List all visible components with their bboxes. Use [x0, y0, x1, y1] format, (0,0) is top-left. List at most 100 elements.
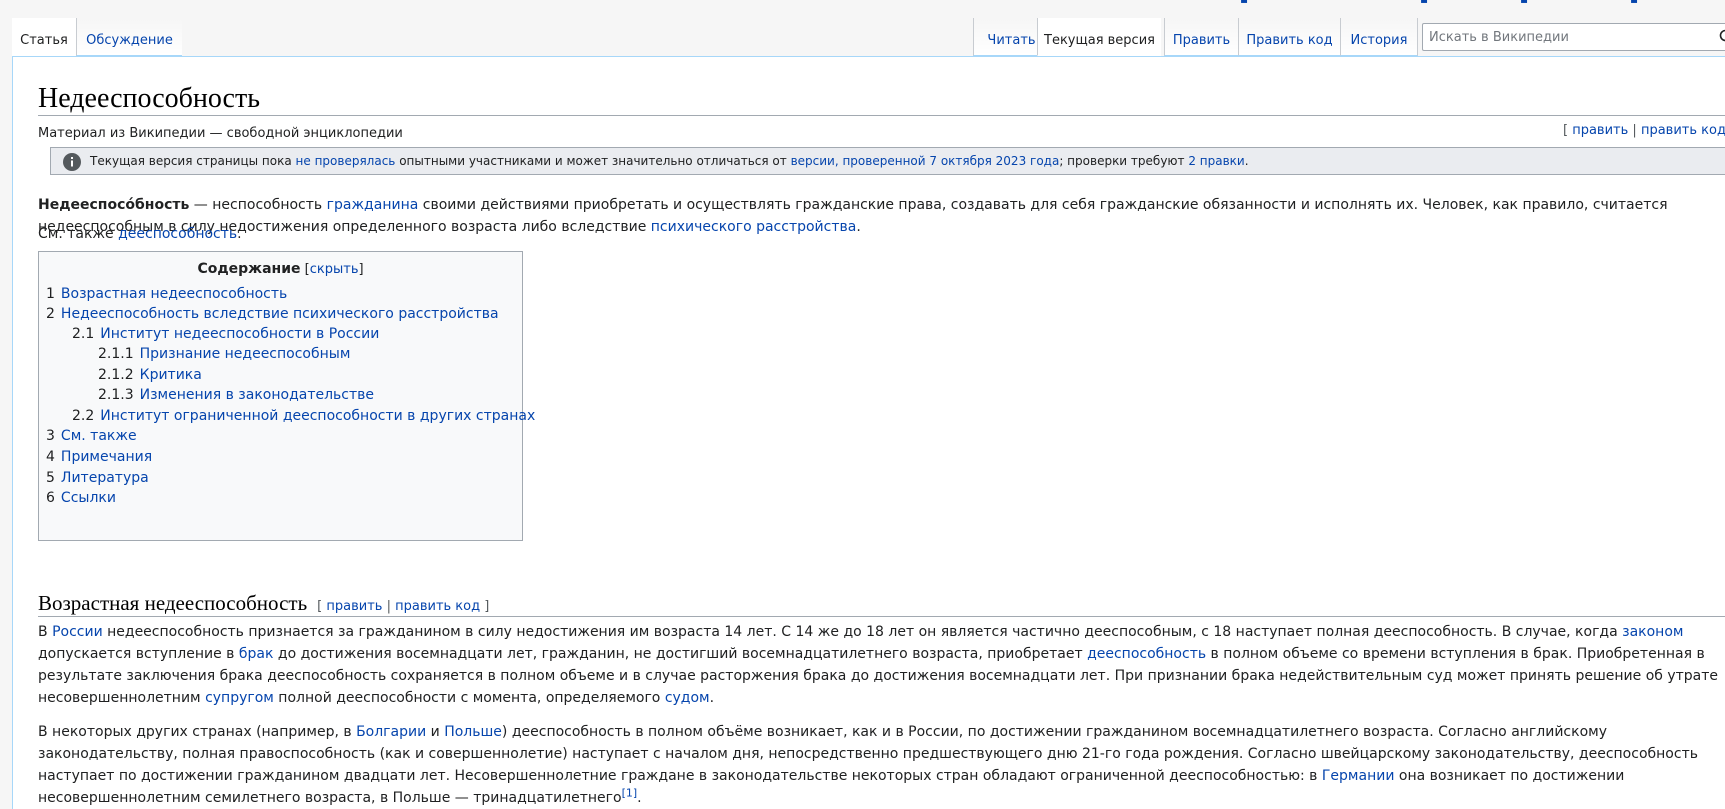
russia-link[interactable]: России: [52, 624, 103, 640]
not-reviewed-link[interactable]: не проверялась: [296, 154, 396, 168]
notice-text-part: .: [1244, 154, 1249, 168]
pending-edits-link[interactable]: 2 правки: [1188, 154, 1244, 168]
toc-item[interactable]: 2 Недееспособность вследствие психическог…: [46, 304, 499, 324]
search-box: [1422, 23, 1725, 51]
section-paragraph: В некоторых других странах (например, в …: [38, 721, 1725, 809]
toc-item-link[interactable]: Недееспособность вследствие психического…: [61, 306, 499, 322]
toc-item-link[interactable]: Институт недееспособности в России: [100, 326, 379, 342]
bracket-close: ]: [484, 599, 490, 614]
section-edit-links: [ править | править код ]: [317, 599, 489, 614]
toc-item[interactable]: 2.1.1 Признание недееспособным: [98, 344, 350, 364]
capacity-link[interactable]: дееспособность: [1087, 646, 1206, 662]
edit-code-link[interactable]: править код: [1641, 123, 1725, 138]
tab-article[interactable]: Статья: [12, 18, 76, 56]
bracket-open: [: [300, 262, 310, 277]
toc-item-number: 2.1: [72, 326, 95, 342]
toc-item-number: 2.1.1: [98, 346, 134, 362]
tab-edit[interactable]: Править: [1164, 18, 1238, 56]
court-link[interactable]: судом: [665, 690, 710, 706]
citizen-link[interactable]: гражданина: [327, 197, 419, 213]
toc-item-number: 6: [46, 490, 55, 506]
see-also-line: См. также дееспособность.: [38, 223, 1725, 245]
toc-item-number: 3: [46, 428, 55, 444]
toc-item-link[interactable]: См. также: [61, 428, 137, 444]
text-run: — неспособность: [189, 197, 327, 213]
personal-toolbar-fragment: ▪: [1240, 0, 1248, 6]
toc-item-number: 2.2: [72, 408, 95, 424]
tab-current-version-label: Текущая версия: [1044, 33, 1155, 48]
toc-item[interactable]: 2.1 Институт недееспособности в России: [72, 324, 379, 344]
marriage-link[interactable]: брак: [239, 646, 274, 662]
toc-toggle-wrap: [скрыть]: [301, 262, 364, 277]
personal-toolbar-fragment: ▪: [1420, 0, 1428, 6]
section-edit-link[interactable]: править: [326, 599, 382, 614]
toc-item-number: 2.1.2: [98, 367, 134, 383]
tab-discussion-label: Обсуждение: [86, 33, 173, 48]
toc-item[interactable]: 1 Возрастная недееспособность: [46, 284, 287, 304]
capacity-link[interactable]: дееспособность: [118, 226, 237, 242]
bulgaria-link[interactable]: Болгарии: [356, 724, 426, 740]
section-edit-code-link[interactable]: править код: [395, 599, 480, 614]
search-icon[interactable]: [1719, 29, 1725, 45]
edit-link[interactable]: править: [1572, 123, 1628, 138]
law-link[interactable]: законом: [1622, 624, 1683, 640]
toc-item[interactable]: 2.1.2 Критика: [98, 365, 202, 385]
text-run: .: [637, 790, 642, 806]
toc-item[interactable]: 3 См. также: [46, 426, 137, 446]
toc-toggle-link[interactable]: скрыть: [310, 262, 359, 277]
toc-item-link[interactable]: Признание недееспособным: [140, 346, 351, 362]
text-run: до достижения восемнадцати лет, граждани…: [273, 646, 1088, 662]
bracket-close: ]: [358, 262, 364, 277]
germany-link[interactable]: Германии: [1322, 768, 1395, 784]
toc-item[interactable]: 6 Ссылки: [46, 488, 116, 508]
personal-toolbar-fragment: ▪: [1630, 0, 1638, 6]
toc-item-link[interactable]: Ссылки: [61, 490, 116, 506]
tab-read-label: Читать: [987, 33, 1036, 48]
section-heading-text: Возрастная недееспособность: [38, 591, 308, 615]
text-run: допускается вступление в: [38, 646, 239, 662]
tab-edit-code-label: Править код: [1246, 33, 1333, 48]
unreviewed-version-notice: Текущая версия страницы пока не проверял…: [50, 147, 1725, 175]
page-title: Недееспособность: [38, 83, 260, 114]
tab-history-label: История: [1350, 33, 1408, 48]
intro-bold-term: Недееспосо́бность: [38, 197, 190, 213]
toc-item[interactable]: 5 Литература: [46, 468, 149, 488]
notice-text-part: Текущая версия страницы пока: [90, 154, 296, 168]
poland-link[interactable]: Польше: [444, 724, 502, 740]
section-heading-age-incapacity: Возрастная недееспособность [ править | п…: [38, 591, 489, 616]
toc-item-link[interactable]: Примечания: [61, 449, 152, 465]
search-input[interactable]: [1423, 24, 1709, 50]
tab-discussion[interactable]: Обсуждение: [76, 18, 182, 56]
info-icon: [63, 153, 81, 171]
bracket-open: [: [1563, 123, 1569, 138]
site-subtitle: Материал из Википедии — свободной энцикл…: [38, 126, 403, 141]
toc-item-link[interactable]: Возрастная недееспособность: [61, 286, 287, 302]
tab-current-version[interactable]: Текущая версия: [1037, 18, 1161, 56]
reference-link[interactable]: [1]: [622, 786, 638, 799]
text-run: См. также: [38, 226, 119, 242]
section-divider: [38, 616, 1725, 617]
toc-item-link[interactable]: Литература: [61, 470, 149, 486]
tab-edit-code[interactable]: Править код: [1238, 18, 1340, 56]
section-paragraph: В России недееспособность признается за …: [38, 621, 1725, 709]
spouse-link[interactable]: супругом: [205, 690, 274, 706]
toc-item-number: 2.1.3: [98, 387, 134, 403]
toc-item-link[interactable]: Институт ограниченной дееспособности в д…: [100, 408, 535, 424]
table-of-contents: Содержание [скрыть] 1 Возрастная недееспо…: [38, 251, 535, 541]
toc-item[interactable]: 4 Примечания: [46, 447, 152, 467]
notice-text-part: опытными участниками и может значительно…: [395, 154, 791, 168]
toc-item[interactable]: 2.1.3 Изменения в законодательстве: [98, 385, 374, 405]
text-run: .: [237, 226, 242, 242]
toc-item-number: 4: [46, 449, 55, 465]
toc-item-link[interactable]: Изменения в законодательстве: [140, 387, 374, 403]
toc-item-number: 2: [46, 306, 55, 322]
tab-edit-label: Править: [1172, 33, 1231, 48]
text-run: В: [38, 624, 53, 640]
reviewed-version-link[interactable]: версии, проверенной 7 октября 2023 года: [791, 154, 1060, 168]
toc-item[interactable]: 2.2 Институт ограниченной дееспособности …: [72, 406, 535, 426]
toc-item-link[interactable]: Критика: [140, 367, 202, 383]
tab-article-label: Статья: [20, 33, 68, 48]
tab-history[interactable]: История: [1340, 18, 1418, 56]
toc-title: Содержание: [197, 261, 301, 277]
text-run: и: [426, 724, 445, 740]
